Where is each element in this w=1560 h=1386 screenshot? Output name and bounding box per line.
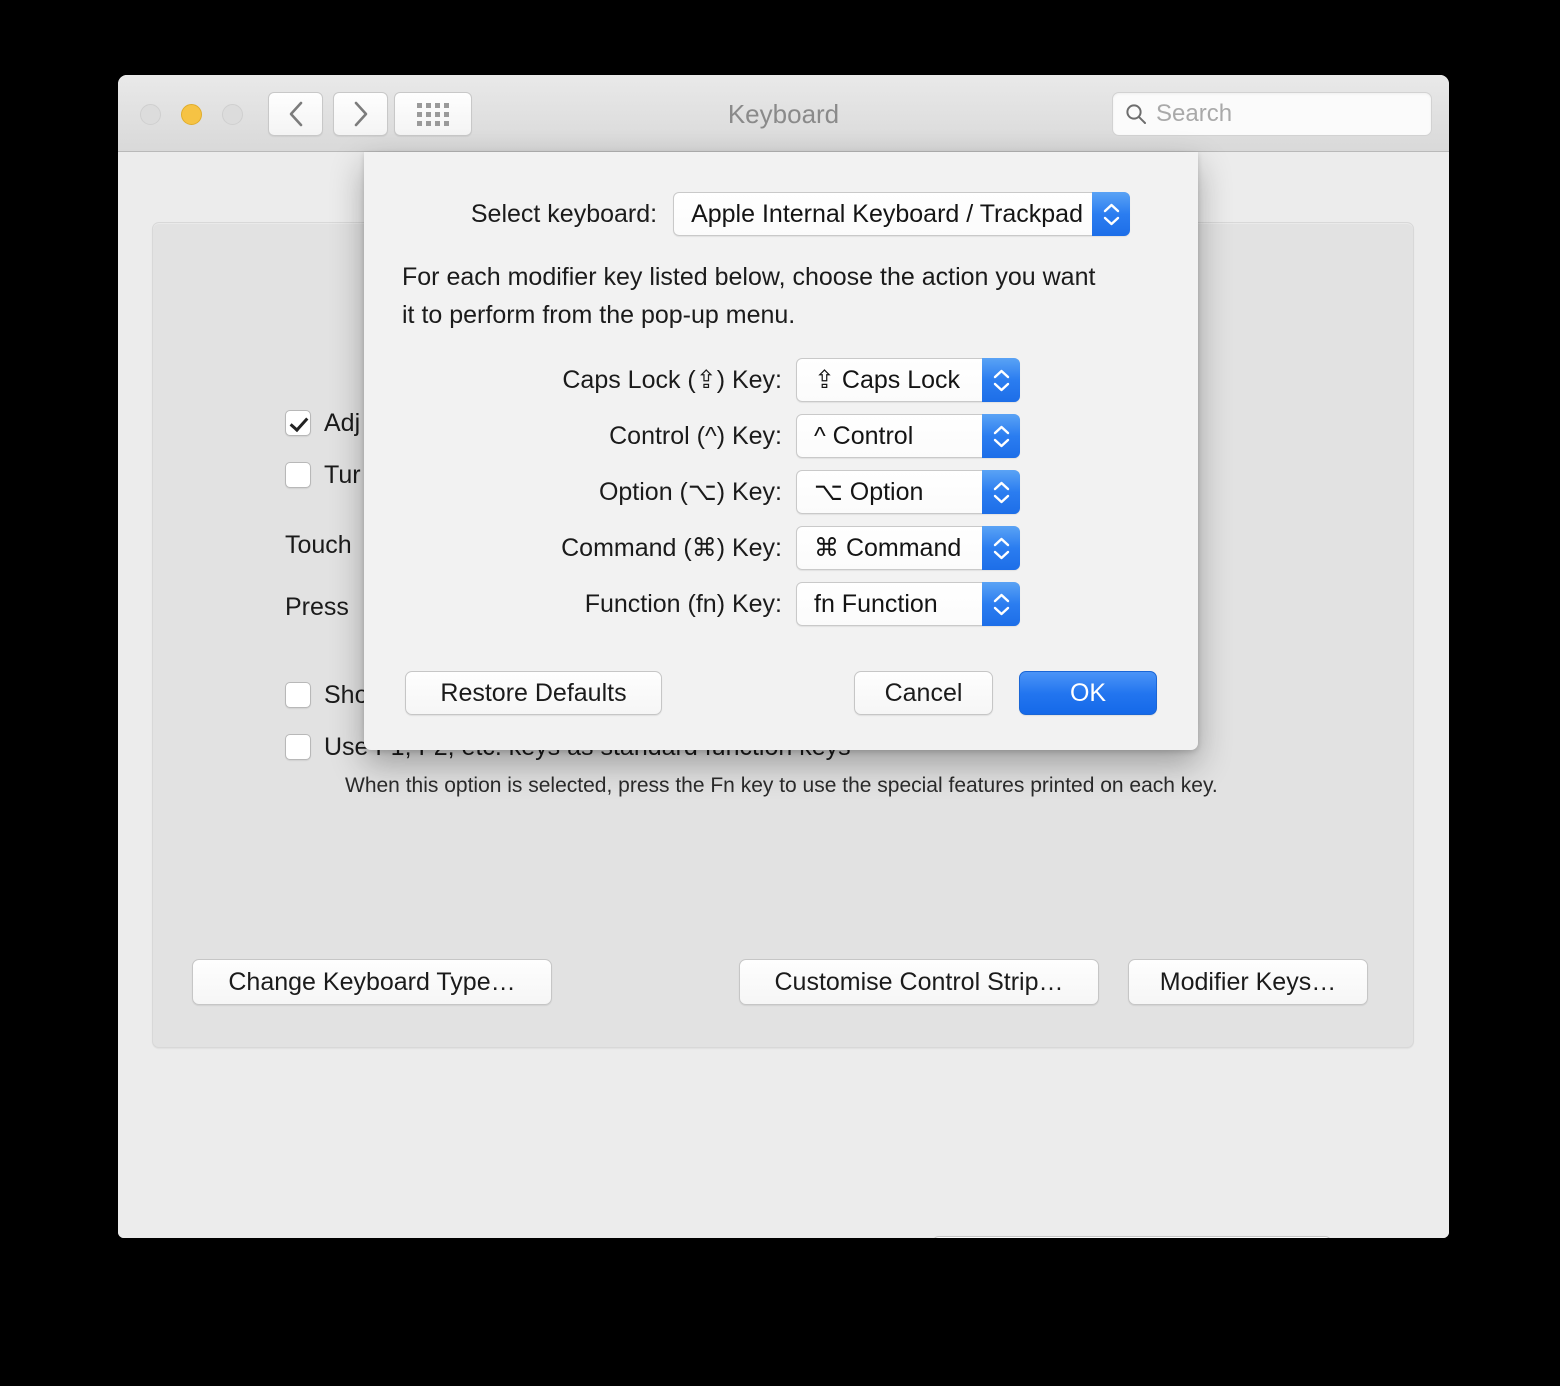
select-keyboard-popup[interactable]: Apple Internal Keyboard / Trackpad [673, 192, 1130, 236]
keyboard-preferences-window: Keyboard Search Adj Tur Touch Press Show… [118, 75, 1449, 1238]
press-fn-label: Press [285, 593, 349, 621]
adjust-brightness-checkbox[interactable] [285, 410, 311, 436]
chevron-up-icon [993, 537, 1009, 546]
chevron-up-icon [993, 593, 1009, 602]
checkbox-row-adjust[interactable]: Adj [285, 408, 360, 438]
search-field[interactable]: Search [1112, 92, 1432, 136]
function-value: fn Function [814, 589, 938, 618]
restore-defaults-button[interactable]: Restore Defaults [405, 671, 662, 715]
chevron-down-icon [993, 494, 1009, 503]
caps-lock-popup[interactable]: ⇪ Caps Lock [796, 358, 1020, 402]
option-label: Option (⌥) Key: [598, 478, 782, 506]
function-label: Function (fn) Key: [584, 589, 782, 618]
function-popup[interactable]: fn Function [796, 582, 1020, 626]
command-label: Command (⌘) Key: [561, 534, 782, 562]
search-placeholder: Search [1156, 100, 1233, 127]
modifier-row-caps-lock: Caps Lock (⇪) Key: ⇪ Caps Lock [364, 358, 1020, 402]
chevron-down-icon [993, 438, 1009, 447]
command-value: ⌘ Command [814, 534, 962, 562]
control-label: Control (^) Key: [609, 421, 782, 450]
checkbox-row-turn[interactable]: Tur [285, 460, 361, 490]
adjust-brightness-label: Adj [324, 409, 361, 437]
stepper-icon[interactable] [982, 582, 1020, 626]
stepper-icon[interactable] [982, 358, 1020, 402]
cancel-button[interactable]: Cancel [854, 671, 993, 715]
turn-backlight-checkbox[interactable] [285, 462, 311, 488]
select-keyboard-label: Select keyboard: [470, 199, 658, 228]
sheet-description: For each modifier key listed below, choo… [402, 263, 1096, 329]
modifier-keys-sheet: Select keyboard: Apple Internal Keyboard… [364, 152, 1198, 750]
window-content: Adj Tur Touch Press Show keyboard and em… [118, 152, 1449, 1238]
modifier-row-command: Command (⌘) Key: ⌘ Command [364, 526, 1020, 570]
command-popup[interactable]: ⌘ Command [796, 526, 1020, 570]
modifier-row-option: Option (⌥) Key: ⌥ Option [364, 470, 1020, 514]
modifier-row-control: Control (^) Key: ^ Control [364, 414, 1020, 458]
chevron-down-icon [993, 550, 1009, 559]
change-keyboard-type-button[interactable]: Change Keyboard Type… [192, 959, 552, 1005]
show-viewers-checkbox[interactable] [285, 682, 311, 708]
chevron-down-icon [1103, 216, 1119, 225]
touch-bar-label: Touch [285, 531, 352, 559]
chevron-up-icon [993, 481, 1009, 490]
window-titlebar: Keyboard Search [118, 75, 1449, 152]
select-keyboard-value: Apple Internal Keyboard / Trackpad [691, 199, 1083, 228]
caps-lock-value: ⇪ Caps Lock [814, 366, 961, 394]
chevron-down-icon [993, 382, 1009, 391]
turn-backlight-label: Tur [324, 461, 361, 489]
chevron-down-icon [993, 606, 1009, 615]
option-value: ⌥ Option [814, 478, 924, 506]
search-icon [1126, 104, 1146, 124]
customise-control-strip-button[interactable]: Customise Control Strip… [739, 959, 1099, 1005]
chevron-up-icon [993, 425, 1009, 434]
stepper-icon[interactable] [1092, 192, 1130, 236]
modifier-keys-button[interactable]: Modifier Keys… [1128, 959, 1368, 1005]
select-keyboard-row: Select keyboard: Apple Internal Keyboard… [364, 192, 1130, 236]
modifier-row-function: Function (fn) Key: fn Function [364, 582, 1020, 626]
ok-button[interactable]: OK [1019, 671, 1157, 715]
chevron-up-icon [1103, 203, 1119, 212]
control-value: ^ Control [814, 421, 914, 450]
option-popup[interactable]: ⌥ Option [796, 470, 1020, 514]
chevron-up-icon [993, 369, 1009, 378]
standard-function-keys-checkbox[interactable] [285, 734, 311, 760]
set-up-bluetooth-keyboard-button[interactable]: Set Up Bluetooth Keyboard… [932, 1236, 1332, 1238]
function-keys-hint: When this option is selected, press the … [345, 774, 1218, 797]
stepper-icon[interactable] [982, 470, 1020, 514]
control-popup[interactable]: ^ Control [796, 414, 1020, 458]
caps-lock-label: Caps Lock (⇪) Key: [562, 366, 782, 394]
stepper-icon[interactable] [982, 414, 1020, 458]
stepper-icon[interactable] [982, 526, 1020, 570]
